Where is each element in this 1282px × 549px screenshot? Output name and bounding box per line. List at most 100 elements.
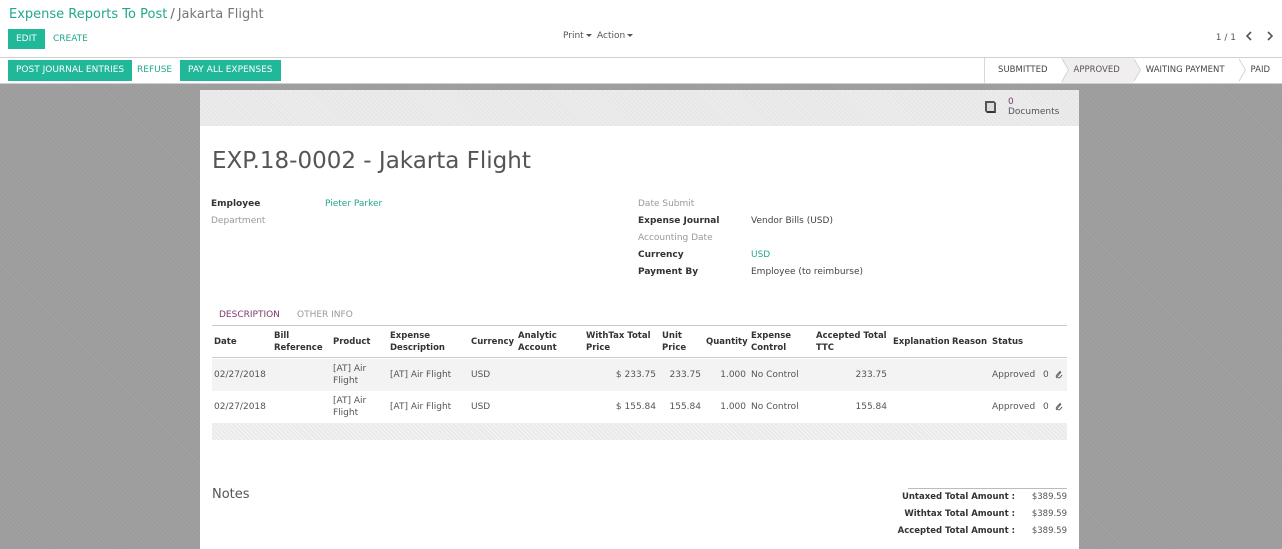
book-icon bbox=[982, 99, 996, 114]
caret-down-icon bbox=[585, 34, 592, 37]
col-label: Bill bbox=[274, 331, 290, 341]
payment-by-label: Payment By bbox=[638, 267, 699, 277]
untaxed-total-value: $389.59 bbox=[1031, 492, 1067, 502]
stage-label: APPROVED bbox=[1073, 65, 1120, 75]
col-currency[interactable]: Currency bbox=[471, 336, 514, 348]
cell-withtax-total: $ 233.75 bbox=[615, 370, 656, 380]
stage-label: WAITING PAYMENT bbox=[1145, 65, 1225, 75]
cell-description: [AT] Air Flight bbox=[390, 370, 452, 380]
col-label: Price bbox=[662, 343, 687, 353]
totals-block: Untaxed Total Amount : $389.59 Withtax T… bbox=[898, 488, 1067, 536]
col-label: Analytic bbox=[518, 331, 557, 341]
cell-expense-control: No Control bbox=[751, 402, 799, 412]
col-quantity[interactable]: Quantity bbox=[706, 336, 748, 348]
accepted-total-value: $389.59 bbox=[1031, 526, 1067, 536]
cell-status: Approved bbox=[992, 370, 1036, 380]
post-journal-entries-button[interactable]: POST JOURNAL ENTRIES bbox=[8, 60, 133, 81]
cell-accepted-total: 155.84 bbox=[855, 402, 888, 412]
table-row[interactable]: 02/27/2018 [AT] Air Flight [AT] Air Flig… bbox=[212, 391, 1067, 423]
breadcrumb-separator: / bbox=[170, 7, 175, 22]
pager-value[interactable]: 1 / 1 bbox=[1216, 33, 1236, 43]
col-analytic-account[interactable]: Analytic Account bbox=[518, 330, 557, 354]
cell-attachment-count: 0 bbox=[1043, 370, 1049, 380]
print-dropdown[interactable]: Print bbox=[563, 31, 592, 41]
col-explanation[interactable]: Explanation bbox=[893, 336, 950, 348]
col-label: Control bbox=[751, 343, 787, 353]
cell-expense-control: No Control bbox=[751, 370, 799, 380]
refuse-button[interactable]: REFUSE bbox=[129, 60, 180, 81]
stage-label: SUBMITTED bbox=[998, 65, 1048, 75]
col-label: Reference bbox=[274, 343, 323, 353]
cell-product-line: Flight bbox=[333, 376, 359, 386]
cell-product: [AT] Air Flight bbox=[333, 363, 366, 387]
expense-journal-value: Vendor Bills (USD) bbox=[751, 216, 833, 226]
action-dropdown[interactable]: Action bbox=[597, 31, 634, 41]
cell-currency: USD bbox=[471, 402, 491, 412]
status-stages: SUBMITTED APPROVED WAITING PAYMENT PAID bbox=[984, 58, 1282, 83]
withtax-total-value: $389.59 bbox=[1031, 509, 1067, 519]
breadcrumb-parent-link[interactable]: Expense Reports To Post bbox=[9, 7, 167, 22]
stage-approved[interactable]: APPROVED bbox=[1060, 58, 1141, 83]
col-accepted-total[interactable]: Accepted Total TTC bbox=[816, 330, 887, 354]
tab-description[interactable]: DESCRIPTION bbox=[219, 310, 280, 320]
employee-value-link[interactable]: Pieter Parker bbox=[325, 199, 382, 209]
tab-other-info[interactable]: OTHER INFO bbox=[297, 310, 353, 320]
col-label: Expense bbox=[390, 331, 431, 341]
col-label: Expense bbox=[751, 331, 792, 341]
expense-journal-label: Expense Journal bbox=[638, 216, 720, 226]
breadcrumb-current: Jakarta Flight bbox=[177, 7, 264, 22]
payment-by-value: Employee (to reimburse) bbox=[751, 267, 864, 277]
notes-heading: Notes bbox=[212, 487, 250, 502]
documents-count: 0 bbox=[1008, 97, 1014, 107]
edit-button[interactable]: EDIT bbox=[8, 29, 45, 49]
col-bill-reference[interactable]: Bill Reference bbox=[274, 330, 323, 354]
chevron-left-icon[interactable] bbox=[1243, 31, 1255, 45]
col-product[interactable]: Product bbox=[333, 336, 371, 348]
col-reason[interactable]: Reason bbox=[952, 336, 987, 348]
cell-currency: USD bbox=[471, 370, 491, 380]
untaxed-total-label: Untaxed Total Amount : bbox=[901, 492, 1015, 502]
stage-label: PAID bbox=[1250, 65, 1270, 75]
cell-quantity: 1.000 bbox=[720, 370, 746, 380]
cell-product-line: [AT] Air bbox=[333, 396, 367, 406]
cell-description: [AT] Air Flight bbox=[390, 402, 452, 412]
notebook-tabs: DESCRIPTION OTHER INFO bbox=[212, 306, 1067, 326]
accepted-total-label: Accepted Total Amount : bbox=[897, 526, 1015, 536]
table-header: Date Bill Reference Product Expense Desc… bbox=[212, 326, 1067, 358]
currency-value-link[interactable]: USD bbox=[751, 250, 770, 260]
chevron-right-icon[interactable] bbox=[1264, 31, 1276, 45]
date-submit-label: Date Submit bbox=[638, 199, 695, 209]
cell-status: Approved bbox=[992, 402, 1036, 412]
department-label: Department bbox=[211, 216, 266, 226]
col-expense-description[interactable]: Expense Description bbox=[390, 330, 445, 354]
stage-submitted[interactable]: SUBMITTED bbox=[985, 58, 1069, 83]
paperclip-icon[interactable] bbox=[1055, 369, 1063, 379]
col-label: TTC bbox=[816, 343, 835, 353]
create-button[interactable]: CREATE bbox=[45, 29, 96, 49]
stage-waiting-payment[interactable]: WAITING PAYMENT bbox=[1133, 58, 1246, 83]
breadcrumb: Expense Reports To Post / Jakarta Flight bbox=[9, 7, 264, 22]
form-sheet: 0 Documents EXP.18-0002 - Jakarta Flight… bbox=[200, 90, 1079, 549]
cell-product: [AT] Air Flight bbox=[333, 395, 366, 419]
pay-all-expenses-button[interactable]: PAY ALL EXPENSES bbox=[180, 60, 281, 81]
cell-date: 02/27/2018 bbox=[214, 402, 266, 412]
record-title: EXP.18-0002 - Jakarta Flight bbox=[212, 148, 531, 174]
statusbar: POST JOURNAL ENTRIES REFUSE PAY ALL EXPE… bbox=[0, 58, 1282, 84]
col-expense-control[interactable]: Expense Control bbox=[751, 330, 791, 354]
cell-unit-price: 155.84 bbox=[669, 402, 702, 412]
cell-quantity: 1.000 bbox=[720, 402, 746, 412]
col-status[interactable]: Status bbox=[992, 336, 1023, 348]
col-label: Unit bbox=[662, 331, 682, 341]
withtax-total-label: Withtax Total Amount : bbox=[904, 509, 1015, 519]
table-row[interactable]: 02/27/2018 [AT] Air Flight [AT] Air Flig… bbox=[212, 359, 1067, 391]
cell-product-line: Flight bbox=[333, 408, 359, 418]
col-date[interactable]: Date bbox=[214, 336, 237, 348]
documents-button[interactable]: 0 Documents bbox=[982, 96, 1059, 120]
col-unit-price[interactable]: Unit Price bbox=[662, 330, 686, 354]
paperclip-icon[interactable] bbox=[1055, 401, 1063, 411]
cell-withtax-total: $ 155.84 bbox=[615, 402, 656, 412]
col-label: Description bbox=[390, 343, 445, 353]
employee-label: Employee bbox=[211, 199, 261, 209]
accounting-date-label: Accounting Date bbox=[638, 233, 713, 243]
col-withtax-total-price[interactable]: WithTax Total Price bbox=[586, 330, 651, 354]
